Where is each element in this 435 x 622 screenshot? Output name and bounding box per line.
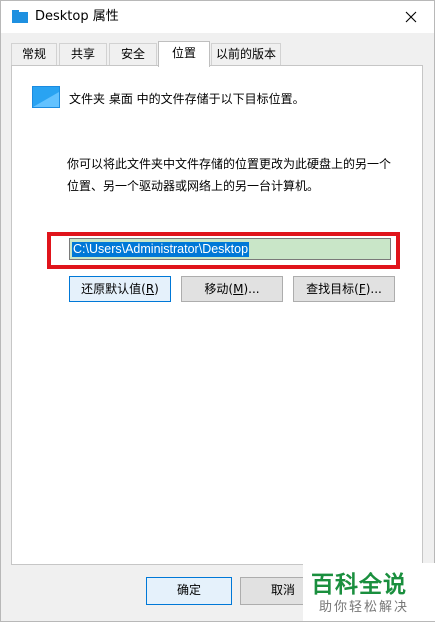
tab-general[interactable]: 常规 — [11, 43, 57, 65]
close-button[interactable] — [388, 1, 434, 33]
watermark-subtitle: 助你轻松解决 — [319, 600, 410, 615]
tab-label: 位置 — [171, 46, 196, 60]
tab-previous-versions[interactable]: 以前的版本 — [211, 43, 281, 65]
desktop-folder-icon — [32, 86, 60, 108]
tab-label: 共享 — [70, 47, 95, 61]
button-label-suffix: )... — [365, 282, 382, 296]
path-input-value: C:\Users\Administrator\Desktop — [72, 242, 250, 257]
tab-security[interactable]: 安全 — [109, 43, 157, 65]
watermark-logo: 百科全说 — [311, 572, 407, 598]
info-text-line1: 你可以将此文件夹中文件存储的位置更改为此硬盘上的另一个 — [67, 157, 392, 171]
restore-default-button[interactable]: 还原默认值(R) — [69, 276, 171, 302]
button-label: 确定 — [176, 583, 201, 597]
close-icon — [405, 11, 417, 23]
move-button[interactable]: 移动(M)... — [181, 276, 283, 302]
find-target-button[interactable]: 查找目标(F)... — [293, 276, 395, 302]
access-key: R — [145, 282, 155, 296]
button-label: 取消 — [270, 583, 295, 597]
access-key: F — [358, 282, 366, 296]
info-text-line2: 位置、另一个驱动器或网络上的另一台计算机。 — [67, 179, 320, 193]
button-label-suffix: )... — [243, 282, 260, 296]
tab-sharing[interactable]: 共享 — [59, 43, 107, 65]
tab-label: 以前的版本 — [215, 47, 276, 61]
title-bar: Desktop 属性 — [1, 1, 434, 33]
watermark: 百科全说 助你轻松解决 — [303, 563, 435, 621]
tab-location[interactable]: 位置 — [158, 41, 210, 67]
folder-description: 文件夹 桌面 中的文件存储于以下目标位置。 — [69, 92, 305, 106]
path-input[interactable]: C:\Users\Administrator\Desktop — [69, 238, 391, 260]
button-label: 移动( — [204, 282, 234, 296]
location-panel: 文件夹 桌面 中的文件存储于以下目标位置。 你可以将此文件夹中文件存储的位置更改… — [11, 65, 423, 565]
window-title: Desktop 属性 — [35, 9, 119, 24]
tab-label: 常规 — [21, 47, 46, 61]
tab-label: 安全 — [120, 47, 145, 61]
access-key: M — [233, 282, 244, 296]
button-label: 还原默认值( — [81, 282, 146, 296]
button-label: 查找目标( — [306, 282, 359, 296]
properties-dialog: Desktop 属性 常规 共享 安全 位置 以前的版本 文件夹 桌面 中的文件… — [0, 0, 435, 622]
folder-icon — [12, 10, 28, 23]
button-label-suffix: ) — [154, 282, 159, 296]
ok-button[interactable]: 确定 — [146, 577, 232, 605]
